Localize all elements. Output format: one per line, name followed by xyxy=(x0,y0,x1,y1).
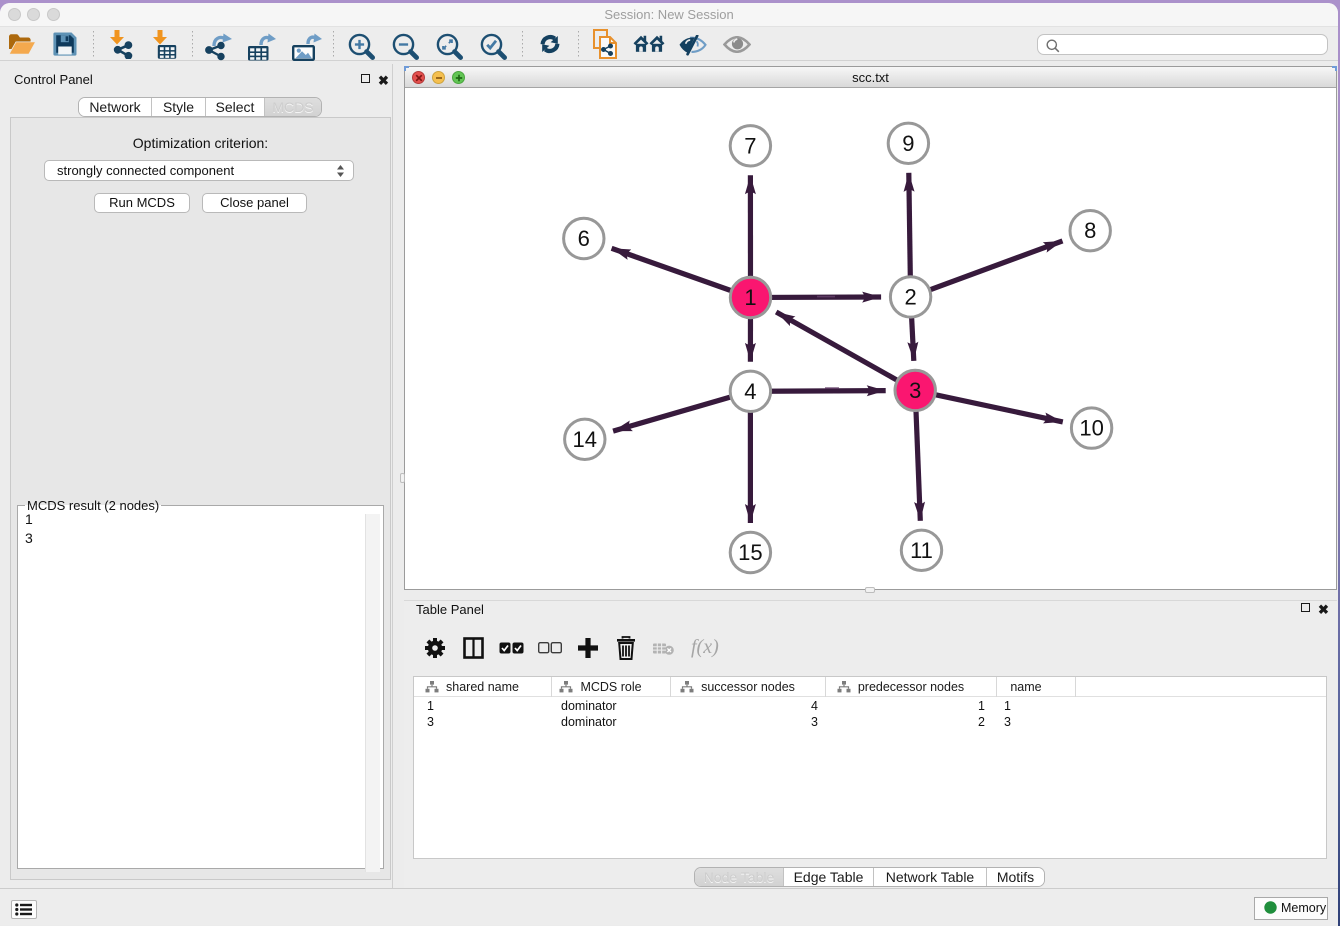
svg-text:14: 14 xyxy=(573,427,597,452)
svg-text:2: 2 xyxy=(904,284,916,309)
svg-text:3: 3 xyxy=(909,378,921,403)
svg-text:11: 11 xyxy=(910,538,933,563)
svg-text:4: 4 xyxy=(744,379,756,404)
svg-text:1: 1 xyxy=(744,285,756,310)
svg-text:15: 15 xyxy=(738,540,762,565)
svg-text:10: 10 xyxy=(1079,416,1103,441)
svg-text:9: 9 xyxy=(902,131,914,156)
svg-text:7: 7 xyxy=(744,133,756,158)
svg-text:8: 8 xyxy=(1084,218,1096,243)
svg-text:6: 6 xyxy=(578,226,590,251)
